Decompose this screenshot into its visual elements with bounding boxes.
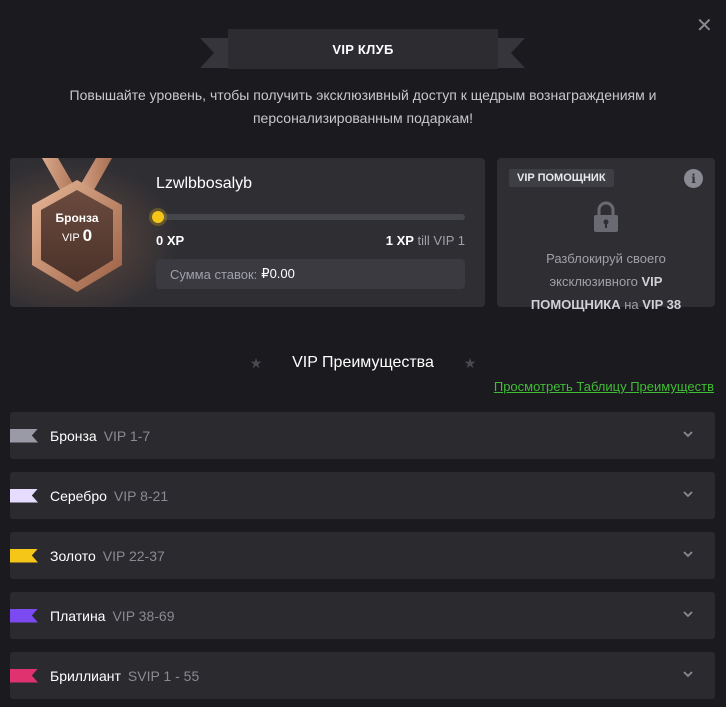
page-subtitle: Повышайте уровень, чтобы получить эксклю… <box>69 87 657 126</box>
xp-next: 1 XP till VIP 1 <box>386 233 465 248</box>
title-ribbon: VIP КЛУБ <box>200 29 525 69</box>
medal-rank: Бронза <box>55 211 99 225</box>
tier-name: Бронза <box>50 427 97 444</box>
tier-range: VIP 8-21 <box>113 487 169 504</box>
tier-name: Платина <box>50 607 106 624</box>
xp-progress-bar <box>156 214 465 220</box>
chevron-down-icon[interactable] <box>683 609 693 619</box>
helper-text-level: VIP 38 <box>642 297 682 312</box>
tier-name: Бриллиант <box>50 667 121 684</box>
tier-flag-icon <box>10 608 38 623</box>
tier-range: VIP 22-37 <box>102 547 165 564</box>
xp-current: 0 XP <box>156 233 185 248</box>
medal-vip-level: 0 <box>82 226 93 245</box>
chevron-down-icon[interactable] <box>683 549 693 559</box>
tier-row[interactable]: Платина VIP 38-69 <box>10 592 715 639</box>
page-title: VIP КЛУБ <box>228 29 498 69</box>
tier-row[interactable]: Золото VIP 22-37 <box>10 532 715 579</box>
stakes-value: ₽0.00 <box>261 266 295 281</box>
tier-name: Серебро <box>50 487 107 504</box>
chevron-down-icon[interactable] <box>683 489 693 499</box>
benefits-table-link[interactable]: Просмотреть Таблицу Преимуществ <box>494 379 714 394</box>
stakes-box: Сумма ставок: ₽0.00 <box>156 259 465 289</box>
benefits-heading: ★ VIP Преимущества ★ <box>248 351 478 375</box>
tier-flag-icon <box>10 428 38 443</box>
star-icon: ★ <box>463 354 477 371</box>
username: Lzwlbbosalyb <box>156 175 253 192</box>
vip-helper-tag: VIP ПОМОЩНИК <box>509 169 614 187</box>
profile-card: Бронза VIP 0 Lzwlbbosalyb 0 XP 1 XP till… <box>10 158 485 307</box>
tier-row[interactable]: Бриллиант SVIP 1 - 55 <box>10 652 715 699</box>
info-icon[interactable]: i <box>684 169 703 188</box>
vip-helper-card: VIP ПОМОЩНИК i Разблокируй своего эксклю… <box>497 158 715 312</box>
xp-next-till: till VIP 1 <box>417 233 465 248</box>
medal-label: Бронза VIP 0 <box>24 211 130 249</box>
benefits-title: VIP Преимущества <box>292 354 434 371</box>
lock-icon <box>594 201 618 232</box>
tier-flag-icon <box>10 548 38 563</box>
tier-range: VIP 1-7 <box>103 427 151 444</box>
star-icon: ★ <box>249 354 263 371</box>
vip-helper-text: Разблокируй своего эксклюзивного VIP ПОМ… <box>505 247 707 316</box>
tier-name: Золото <box>50 547 96 564</box>
chevron-down-icon[interactable] <box>683 429 693 439</box>
tier-range: SVIP 1 - 55 <box>127 667 200 684</box>
xp-progress-dot <box>152 211 164 223</box>
medal-vip: VIP 0 <box>24 225 130 249</box>
chevron-down-icon[interactable] <box>683 669 693 679</box>
tier-list: Бронза VIP 1-7 Серебро VIP 8-21 Золото VIP 22… <box>10 412 715 707</box>
close-icon[interactable]: ✕ <box>696 16 713 36</box>
tier-flag-icon <box>10 488 38 503</box>
medal-vip-label: VIP <box>61 232 80 244</box>
tier-range: VIP 38-69 <box>112 607 175 624</box>
stakes-label: Сумма ставок: <box>170 266 258 282</box>
tier-row[interactable]: Бронза VIP 1-7 <box>10 412 715 459</box>
tier-flag-icon <box>10 668 38 683</box>
tier-row[interactable]: Серебро VIP 8-21 <box>10 472 715 519</box>
xp-next-amount: 1 XP <box>385 233 414 248</box>
helper-text-mid: на <box>624 297 639 312</box>
